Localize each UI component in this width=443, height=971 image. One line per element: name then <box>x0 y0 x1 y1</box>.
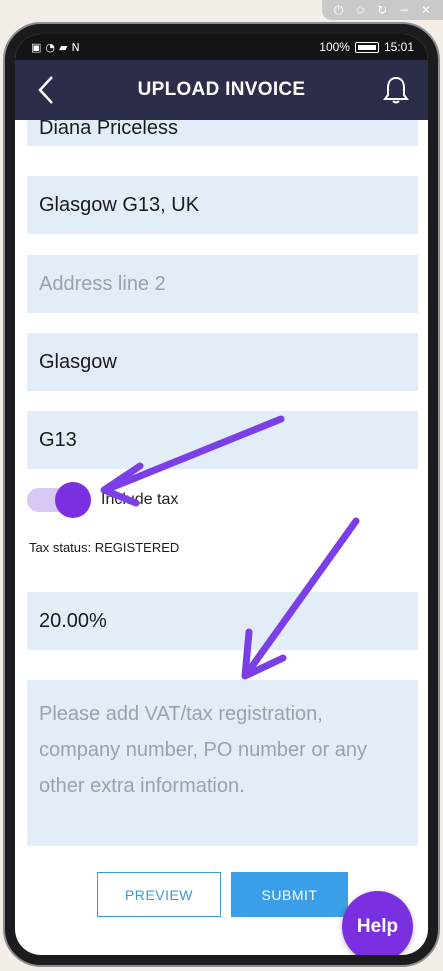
help-button[interactable]: Help <box>342 891 413 955</box>
emulator-toolbar: ⏻ ✩ ↻ − ✕ <box>322 0 443 20</box>
notifications-button[interactable] <box>380 74 412 106</box>
clock: 15:01 <box>383 40 414 54</box>
postcode-field[interactable]: G13 <box>27 411 418 469</box>
phone-screen: ▣ ◔ ▰ Ν 100% 15:01 UPLOAD INVOICE Diana … <box>15 34 428 955</box>
include-tax-label: Include tax <box>101 491 179 508</box>
notification-icon: ▣ <box>31 40 42 54</box>
preview-button[interactable]: PREVIEW <box>97 872 221 917</box>
status-bar: ▣ ◔ ▰ Ν 100% 15:01 <box>15 34 428 60</box>
close-icon[interactable]: ✕ <box>421 0 431 20</box>
toggle-knob <box>55 482 91 518</box>
name-field[interactable]: Diana Priceless <box>27 120 418 146</box>
signal-icon: ▰ <box>59 40 68 54</box>
nfc-icon: Ν <box>71 40 80 54</box>
minimize-icon[interactable]: − <box>399 0 409 20</box>
page-title: UPLOAD INVOICE <box>137 79 306 100</box>
tax-rate-field[interactable]: 20.00% <box>27 592 418 650</box>
city-field[interactable]: Glasgow <box>27 333 418 391</box>
back-button[interactable] <box>31 74 61 106</box>
address-line-1-field[interactable]: Glasgow G13, UK <box>27 176 418 234</box>
name-field-value: Diana Priceless <box>39 120 178 139</box>
battery-icon <box>354 41 379 53</box>
rotate-icon[interactable]: ↻ <box>377 0 387 20</box>
bell-icon <box>383 76 409 104</box>
include-tax-row: Include tax <box>27 482 178 518</box>
submit-button[interactable]: SUBMIT <box>231 872 348 917</box>
tax-status-text: Tax status: REGISTERED <box>29 540 180 555</box>
phone-frame: ▣ ◔ ▰ Ν 100% 15:01 UPLOAD INVOICE Diana … <box>3 22 440 967</box>
wifi-icon: ◔ <box>45 40 56 54</box>
address-line-2-field[interactable]: Address line 2 <box>27 255 418 313</box>
chevron-left-icon <box>38 76 53 104</box>
battery-percent: 100% <box>319 40 350 54</box>
app-header: UPLOAD INVOICE <box>15 60 428 120</box>
form-content: Diana Priceless Glasgow G13, UK Address … <box>15 120 428 955</box>
power-icon[interactable]: ⏻ <box>334 0 344 20</box>
extra-info-textarea[interactable]: Please add VAT/tax registration, company… <box>27 680 418 846</box>
include-tax-toggle[interactable] <box>27 482 91 518</box>
pin-icon[interactable]: ✩ <box>355 0 365 20</box>
